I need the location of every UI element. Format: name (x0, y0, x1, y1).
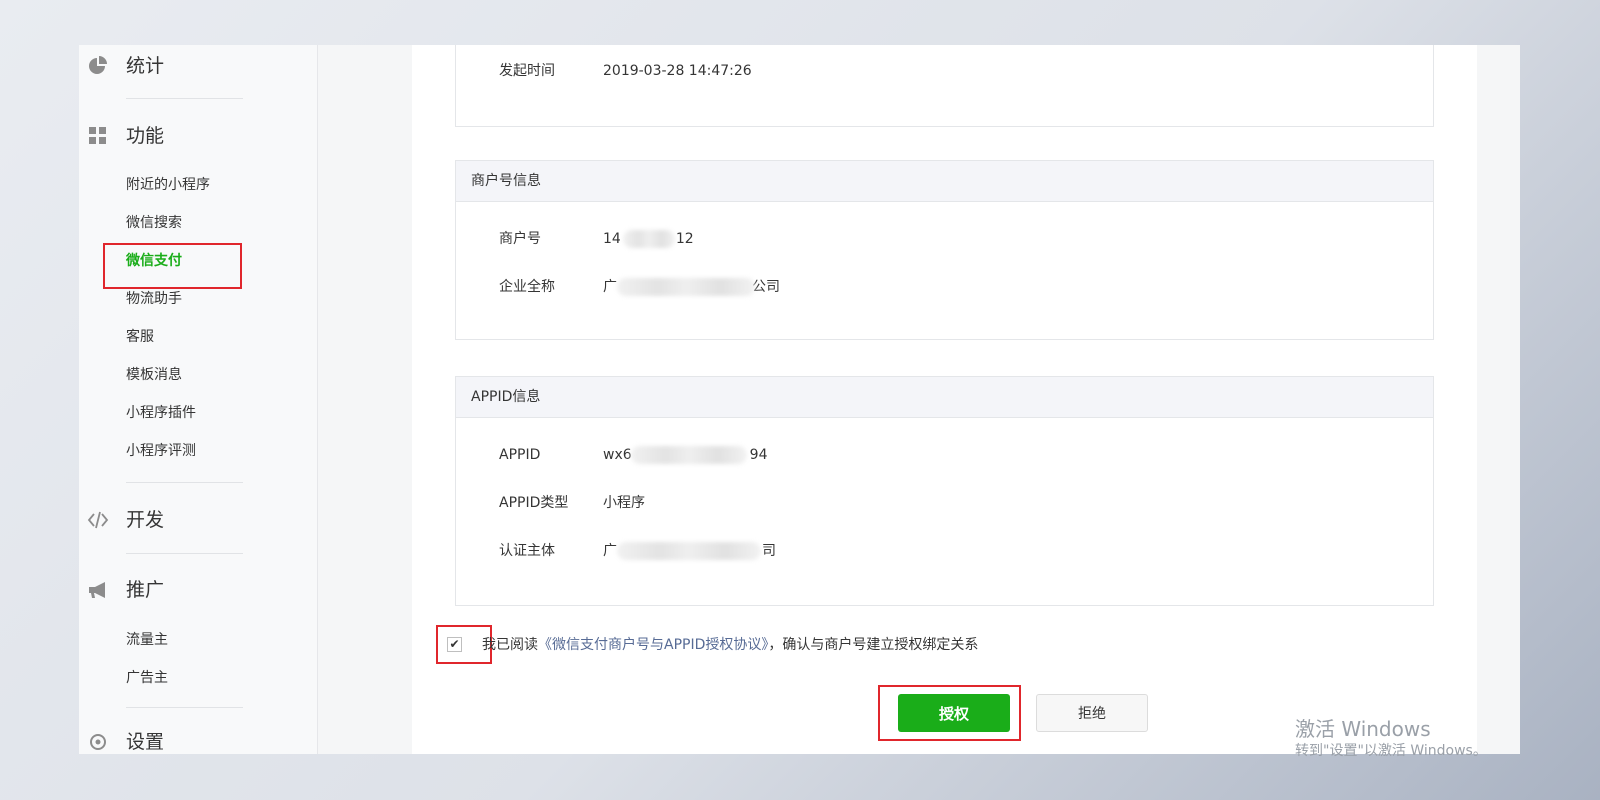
merchant-id-value: 14 12 (603, 229, 694, 249)
certified-entity-value: 广司 (603, 541, 776, 561)
merchant-info-card: 商户号信息 商户号 14 12 企业全称 广 公司 (455, 160, 1434, 340)
sidebar-divider (126, 553, 243, 554)
sidebar-section-title: 统计 (126, 55, 165, 77)
agreement-prefix: 我已阅读 (482, 637, 538, 653)
merchant-info-header: 商户号信息 (456, 161, 1433, 202)
appid-info-card: APPID信息 APPID wx6 94 APPID类型 小程序 认证主体 广司 (455, 376, 1434, 606)
appid-prefix: wx6 (603, 447, 632, 463)
redaction-blur (617, 278, 755, 296)
initiate-time-label: 发起时间 (499, 63, 555, 79)
sidebar-divider (126, 98, 243, 99)
certified-entity-label: 认证主体 (499, 543, 555, 559)
appid-value: wx6 94 (603, 445, 767, 465)
redaction-blur (617, 542, 761, 560)
certified-entity-prefix: 广 (603, 543, 617, 559)
windows-activation-watermark: 激活 Windows 转到"设置"以激活 Windows。 (1295, 716, 1487, 760)
megaphone-icon (89, 582, 105, 598)
sidebar-item-nearby-miniprogram[interactable]: 附近的小程序 (126, 176, 210, 194)
appid-label: APPID (499, 447, 541, 463)
appid-info-header: APPID信息 (456, 377, 1433, 418)
merchant-id-suffix: 12 (675, 231, 694, 247)
sidebar-item-customer-service[interactable]: 客服 (126, 328, 154, 346)
certified-entity-suffix: 司 (762, 543, 776, 559)
watermark-title: 激活 Windows (1295, 717, 1431, 741)
merchant-id-label: 商户号 (499, 231, 541, 247)
sidebar-section-title: 设置 (126, 731, 165, 753)
sidebar-item-plugins[interactable]: 小程序插件 (126, 404, 196, 422)
appid-suffix: 94 (749, 447, 768, 463)
company-name-value: 广 公司 (603, 277, 780, 297)
sidebar-section-features[interactable]: 功能 (79, 125, 318, 149)
agreement-row: ✔ 我已阅读《微信支付商户号与APPID授权协议》，确认与商户号建立授权绑定关系 (436, 625, 1136, 665)
sidebar-divider (126, 482, 243, 483)
highlight-box-authorize (878, 685, 1021, 741)
sidebar-item-evaluation[interactable]: 小程序评测 (126, 442, 196, 460)
sidebar-item-advertiser[interactable]: 广告主 (126, 669, 168, 687)
initiate-card: 发起时间 2019-03-28 14:47:26 (455, 45, 1434, 127)
sidebar-nav: 统计 功能 附近的小程序 微信搜索 微信支付 物流助手 客服 模板消息 小程序插… (79, 45, 318, 754)
appid-type-label: APPID类型 (499, 495, 569, 511)
highlight-box-wechat-pay (103, 243, 242, 289)
sidebar-item-template-message[interactable]: 模板消息 (126, 366, 182, 384)
sidebar-section-title: 开发 (126, 509, 165, 531)
initiate-time-value: 2019-03-28 14:47:26 (603, 63, 752, 79)
sidebar-item-wechat-search[interactable]: 微信搜索 (126, 214, 182, 232)
watermark-subtitle: 转到"设置"以激活 Windows。 (1295, 743, 1487, 759)
reject-button[interactable]: 拒绝 (1036, 694, 1148, 732)
gear-icon (90, 734, 106, 750)
agreement-text: 我已阅读《微信支付商户号与APPID授权协议》，确认与商户号建立授权绑定关系 (482, 635, 978, 655)
sidebar-divider (126, 707, 243, 708)
company-name-prefix: 广 (603, 279, 617, 295)
sidebar-item-traffic-owner[interactable]: 流量主 (126, 631, 168, 649)
grid-icon (89, 127, 106, 144)
redaction-blur (631, 446, 747, 464)
authorization-panel: 发起时间 2019-03-28 14:47:26 商户号信息 商户号 14 12 … (412, 45, 1477, 754)
app-window: 统计 功能 附近的小程序 微信搜索 微信支付 物流助手 客服 模板消息 小程序插… (79, 45, 1520, 754)
company-name-label: 企业全称 (499, 279, 555, 295)
agreement-suffix: ，确认与商户号建立授权绑定关系 (768, 637, 979, 653)
sidebar-section-develop[interactable]: 开发 (79, 509, 318, 533)
agreement-link[interactable]: 《微信支付商户号与APPID授权协议》 (538, 637, 768, 653)
sidebar-section-title: 功能 (126, 125, 165, 147)
sidebar-section-title: 推广 (126, 579, 165, 601)
code-icon (87, 511, 109, 529)
company-name-suffix: 公司 (752, 279, 780, 295)
sidebar-section-promote[interactable]: 推广 (79, 579, 318, 603)
sidebar-section-stats[interactable]: 统计 (79, 55, 318, 79)
sidebar-item-logistics[interactable]: 物流助手 (126, 290, 182, 308)
redaction-blur (623, 230, 675, 248)
merchant-id-prefix: 14 (603, 231, 621, 247)
sidebar-section-settings[interactable]: 设置 (79, 731, 318, 754)
appid-type-value: 小程序 (603, 495, 645, 511)
pie-chart-icon (89, 56, 107, 74)
